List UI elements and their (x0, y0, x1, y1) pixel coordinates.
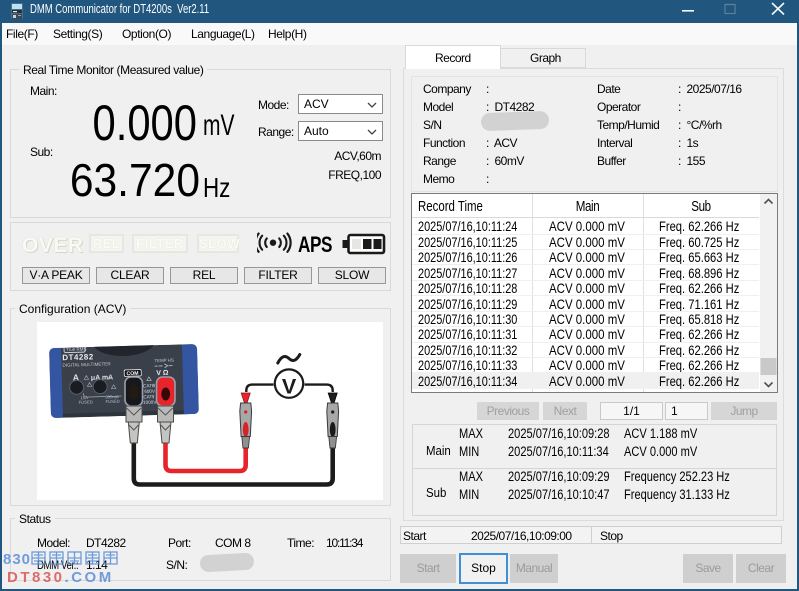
svg-text:CATⅡ: CATⅡ (143, 394, 154, 399)
svg-text:FUSED: FUSED (105, 399, 119, 404)
svg-text:FUSED: FUSED (78, 399, 92, 404)
svg-text:600V: 600V (144, 389, 156, 394)
svg-text:True RMS: True RMS (66, 347, 86, 353)
svg-text:TEMP HS: TEMP HS (154, 358, 174, 364)
svg-text:1000V: 1000V (143, 400, 157, 405)
svg-text:V: V (282, 375, 297, 399)
svg-text:V Ω: V Ω (156, 370, 169, 377)
svg-text:CATⅢ: CATⅢ (143, 383, 155, 388)
svg-text:COM: COM (126, 371, 138, 377)
svg-text:DT4282: DT4282 (62, 352, 94, 362)
